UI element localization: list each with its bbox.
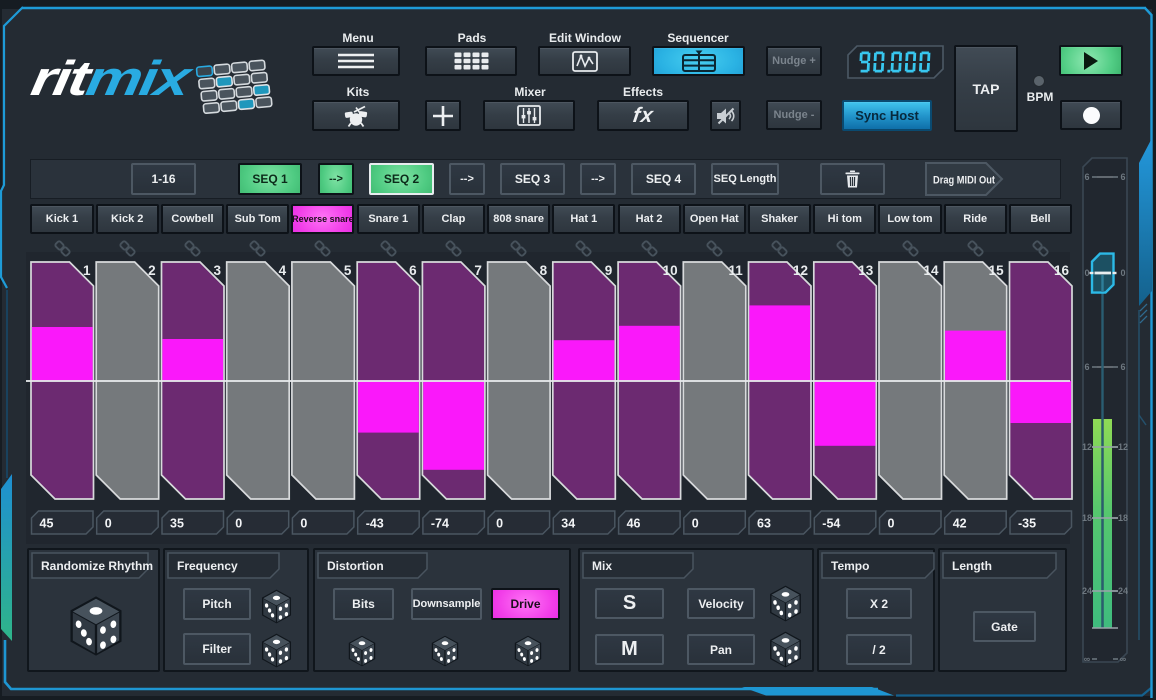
svg-text:6: 6 <box>409 263 417 278</box>
svg-text:7: 7 <box>474 263 482 278</box>
svg-text:14: 14 <box>923 263 939 278</box>
svg-text:12: 12 <box>1118 442 1128 452</box>
svg-text:Mix: Mix <box>592 559 612 573</box>
svg-text:∞: ∞ <box>1120 654 1127 664</box>
svg-text:0: 0 <box>692 517 699 531</box>
svg-text:-35: -35 <box>1018 517 1036 531</box>
svg-text:4: 4 <box>279 263 287 278</box>
svg-text:0: 0 <box>1120 268 1125 278</box>
svg-text:34: 34 <box>561 517 575 531</box>
svg-text:18: 18 <box>1082 513 1092 523</box>
svg-text:6: 6 <box>1120 362 1125 372</box>
svg-text:-54: -54 <box>822 517 840 531</box>
svg-text:10: 10 <box>663 263 678 278</box>
svg-text:12: 12 <box>793 263 808 278</box>
svg-text:18: 18 <box>1118 513 1128 523</box>
svg-text:Tempo: Tempo <box>831 559 869 573</box>
svg-text:0: 0 <box>300 517 307 531</box>
svg-text:Drag MIDI Out: Drag MIDI Out <box>933 175 995 187</box>
svg-text:Length: Length <box>952 559 992 573</box>
svg-text:2: 2 <box>148 263 156 278</box>
svg-text:Randomize Rhythm: Randomize Rhythm <box>41 559 153 573</box>
svg-text:42: 42 <box>953 517 967 531</box>
svg-text:5: 5 <box>344 263 352 278</box>
svg-text:15: 15 <box>989 263 1005 278</box>
svg-text:6: 6 <box>1120 172 1125 182</box>
svg-text:11: 11 <box>729 263 744 278</box>
svg-text:1: 1 <box>83 263 91 278</box>
svg-text:9: 9 <box>605 263 613 278</box>
svg-text:-43: -43 <box>366 517 384 531</box>
svg-text:0: 0 <box>105 517 112 531</box>
svg-text:6: 6 <box>1084 172 1089 182</box>
svg-text:6: 6 <box>1084 362 1089 372</box>
svg-text:0: 0 <box>496 517 503 531</box>
svg-text:63: 63 <box>757 517 771 531</box>
svg-text:Frequency: Frequency <box>177 559 238 573</box>
svg-text:12: 12 <box>1082 442 1092 452</box>
svg-text:45: 45 <box>40 517 54 531</box>
svg-text:-74: -74 <box>431 517 449 531</box>
svg-text:24: 24 <box>1118 586 1128 596</box>
svg-text:0: 0 <box>888 517 895 531</box>
svg-text:8: 8 <box>540 263 548 278</box>
svg-text:∞: ∞ <box>1084 654 1091 664</box>
svg-text:35: 35 <box>170 517 184 531</box>
svg-text:16: 16 <box>1054 263 1070 278</box>
svg-text:0: 0 <box>235 517 242 531</box>
svg-text:13: 13 <box>858 263 874 278</box>
svg-text:46: 46 <box>627 517 641 531</box>
svg-text:24: 24 <box>1082 586 1092 596</box>
svg-text:Distortion: Distortion <box>327 559 384 573</box>
svg-text:0: 0 <box>1084 268 1089 278</box>
svg-text:3: 3 <box>213 263 221 278</box>
